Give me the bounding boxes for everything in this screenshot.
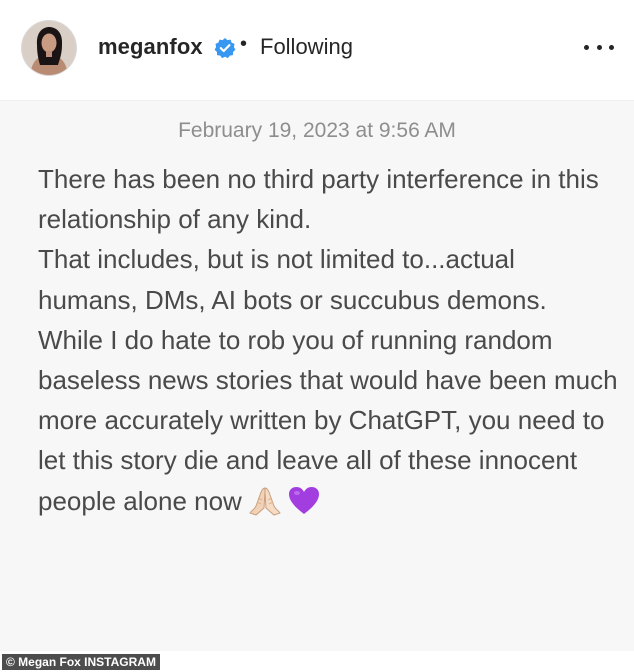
purple-heart-icon: [288, 486, 320, 527]
more-dot: [584, 44, 589, 50]
note-paragraph: There has been no third party interferen…: [38, 164, 599, 235]
more-dot: [596, 44, 602, 50]
note-paragraph: That includes, but is not limited to...a…: [38, 244, 547, 315]
note-timestamp: February 19, 2023 at 9:56 AM: [178, 119, 456, 142]
caption-bar: © Megan Fox INSTAGRAM: [0, 651, 634, 672]
separator-dot: •: [240, 33, 248, 55]
instagram-post: meganfox • Following February 19, 2023 a…: [0, 0, 634, 672]
username[interactable]: meganfox: [98, 34, 203, 60]
verified-badge-icon: [214, 37, 236, 59]
note-paragraph-text: While I do hate to rob you of running ra…: [38, 324, 618, 516]
profile-avatar[interactable]: [22, 21, 76, 75]
note-body: There has been no third party interferen…: [38, 159, 618, 527]
following-button[interactable]: Following: [260, 34, 353, 60]
praying-hands-icon: [248, 486, 282, 527]
avatar-image: [22, 21, 76, 75]
post-header: meganfox • Following: [0, 0, 634, 101]
note-paragraph-last: While I do hate to rob you of running ra…: [38, 320, 618, 527]
more-options-icon[interactable]: [584, 34, 614, 60]
photo-credit: © Megan Fox INSTAGRAM: [2, 654, 160, 670]
more-dot: [609, 44, 614, 50]
note-screenshot: February 19, 2023 at 9:56 AM There has b…: [0, 101, 634, 651]
